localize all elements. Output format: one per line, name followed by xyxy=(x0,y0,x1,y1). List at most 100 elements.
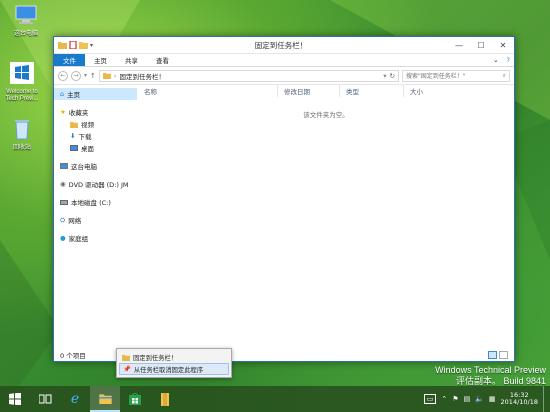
network-icon[interactable]: ▤ xyxy=(464,395,471,403)
show-desktop-button[interactable] xyxy=(543,386,546,412)
properties-icon[interactable] xyxy=(69,41,77,49)
nav-item-favorites[interactable]: ★ 收藏夹 xyxy=(54,106,137,118)
jump-list-item-unpin[interactable]: 📌 从任务栏取消固定此程序 xyxy=(119,363,229,375)
window-title: 固定到任务栏！ xyxy=(254,40,308,50)
desktop-icon-label: 这台电脑 xyxy=(13,30,38,37)
nav-item-label: 收藏夹 xyxy=(68,109,89,117)
title-bar[interactable]: ▾ 固定到任务栏！ — ☐ ✕ xyxy=(54,37,514,54)
recent-locations-icon[interactable]: ▾ xyxy=(84,72,87,79)
taskbar-store[interactable] xyxy=(120,386,150,412)
keyboard-icon[interactable]: ▦ xyxy=(489,395,496,403)
nav-item-local-disk[interactable]: 本地磁盘 (C:) xyxy=(54,196,137,208)
help-icon[interactable]: ? xyxy=(503,54,514,66)
empty-folder-message: 该文件夹为空。 xyxy=(303,111,349,119)
flag-icon[interactable]: ⚑ xyxy=(452,395,458,403)
view-switcher xyxy=(488,350,508,359)
folder-icon xyxy=(102,72,111,79)
column-header-name[interactable]: 名称 xyxy=(138,85,278,97)
task-view-button[interactable] xyxy=(30,386,60,412)
nav-item-home[interactable]: ⌂ 主页 xyxy=(54,88,137,100)
dvd-icon: ◉ xyxy=(60,180,66,188)
start-button[interactable] xyxy=(0,386,30,412)
close-button[interactable]: ✕ xyxy=(492,37,514,54)
system-tray: ▭ ⌃ ⚑ ▤ 🔈 ▦ 16:32 2014/10/18 xyxy=(423,386,550,412)
folder-icon xyxy=(122,354,130,361)
chevron-down-icon[interactable]: ▾ xyxy=(90,42,93,49)
desktop-icon-recycle-bin[interactable]: 回收站 xyxy=(0,118,44,152)
jump-list-label: 从任务栏取消固定此程序 xyxy=(133,366,204,374)
nav-item-homegroup[interactable]: ● 家庭组 xyxy=(54,232,137,244)
windows-logo-icon xyxy=(10,62,34,84)
taskbar-pinned-folder[interactable] xyxy=(150,386,180,412)
tab-share[interactable]: 共享 xyxy=(116,54,147,66)
home-icon: ⌂ xyxy=(60,90,65,98)
column-header-type[interactable]: 类型 xyxy=(340,85,404,97)
network-icon: ⛭ xyxy=(60,215,66,224)
new-folder-icon[interactable] xyxy=(79,41,88,49)
maximize-button[interactable]: ☐ xyxy=(470,37,492,54)
nav-item-desktop[interactable]: 桌面 xyxy=(54,142,137,154)
clock-date: 2014/10/18 xyxy=(500,398,538,406)
minimize-button[interactable]: — xyxy=(448,37,470,54)
nav-item-dvd-drive[interactable]: ◉ DVD 驱动器 (D:) JM xyxy=(54,178,137,190)
folder-icon xyxy=(161,392,169,406)
nav-item-network[interactable]: ⛭ 网络 xyxy=(54,214,137,226)
back-button[interactable]: ← xyxy=(58,70,68,81)
column-header-date[interactable]: 修改日期 xyxy=(278,85,340,97)
search-input[interactable]: 搜索"固定到任务栏！" ⌕ xyxy=(402,69,510,82)
quick-access-toolbar: ▾ xyxy=(54,41,114,49)
drive-icon xyxy=(60,199,68,205)
volume-icon[interactable]: 🔈 xyxy=(475,395,484,403)
search-placeholder: 搜索"固定到任务栏！" xyxy=(406,73,466,80)
up-button[interactable]: ↑ xyxy=(90,72,96,80)
nav-item-label: 桌面 xyxy=(81,145,94,153)
nav-item-label: DVD 驱动器 (D:) JM xyxy=(68,181,129,189)
unpin-icon: 📌 xyxy=(123,366,131,373)
path-chevron-icon: › xyxy=(113,71,117,80)
desktop-icon-this-pc[interactable]: 这台电脑 xyxy=(4,4,48,38)
nav-item-label: 网络 xyxy=(68,217,82,225)
windows-logo-icon xyxy=(9,393,21,405)
clock[interactable]: 16:32 2014/10/18 xyxy=(500,391,538,407)
navigation-pane: ⌂ 主页 ★ 收藏夹 视频 ⬇ 下载 桌面 这台电脑 ◉ DVD 驱动器 (D:… xyxy=(54,85,138,347)
watermark-line-2: 评估副本。 Build 9841 xyxy=(455,375,546,386)
file-explorer-icon xyxy=(98,393,112,404)
jump-list-item-folder[interactable]: 固定到任务栏！ xyxy=(119,351,229,363)
address-bar-row: ← → ▾ ↑ › 固定到任务栏！ ▾ ↻ 搜索"固定到任务栏！" ⌕ xyxy=(54,67,514,85)
tab-file[interactable]: 文件 xyxy=(54,54,85,66)
nav-item-label: 家庭组 xyxy=(68,235,89,243)
forward-button[interactable]: → xyxy=(71,70,81,81)
nav-item-label: 下载 xyxy=(78,133,92,141)
computer-icon xyxy=(15,5,37,24)
task-view-icon xyxy=(38,394,51,404)
desktop-icon-label: 回收站 xyxy=(12,144,31,151)
nav-item-label: 主页 xyxy=(67,91,81,99)
homegroup-icon: ● xyxy=(60,234,66,242)
ribbon-expand-icon[interactable]: ⌄ xyxy=(489,54,502,66)
address-dropdown-icon[interactable]: ▾ xyxy=(383,72,386,80)
taskbar-file-explorer[interactable] xyxy=(90,386,120,412)
nav-item-downloads[interactable]: ⬇ 下载 xyxy=(54,130,137,142)
taskbar: e ▭ ⌃ ⚑ ▤ 🔈 ▦ 16:32 2014/10/18 xyxy=(0,386,550,412)
column-headers: 名称 修改日期 类型 大小 xyxy=(138,85,514,97)
column-header-size[interactable]: 大小 xyxy=(404,85,454,97)
show-hidden-icons-icon[interactable]: ⌃ xyxy=(441,395,447,403)
details-view-icon[interactable] xyxy=(488,350,497,359)
search-icon: ⌕ xyxy=(502,71,506,79)
taskbar-ie[interactable]: e xyxy=(60,386,90,412)
watermark-line-1: Windows Technical Preview xyxy=(435,365,546,375)
build-watermark: Windows Technical Preview 评估副本。 Build 98… xyxy=(435,365,546,387)
tab-home[interactable]: 主页 xyxy=(85,54,116,66)
large-icons-view-icon[interactable] xyxy=(499,350,508,359)
nav-item-videos[interactable]: 视频 xyxy=(54,118,137,130)
input-indicator-icon[interactable]: ▭ xyxy=(423,394,437,404)
nav-item-this-pc[interactable]: 这台电脑 xyxy=(54,160,137,172)
address-text: 固定到任务栏！ xyxy=(119,72,166,81)
recycle-bin-icon xyxy=(15,120,29,140)
desktop-icon-welcome[interactable]: Welcome to Tech Previ... xyxy=(0,62,44,103)
star-icon: ★ xyxy=(60,108,66,116)
address-bar[interactable]: › 固定到任务栏！ ▾ ↻ xyxy=(98,69,399,82)
ribbon-spacer xyxy=(178,54,489,66)
tab-view[interactable]: 查看 xyxy=(147,54,178,66)
refresh-icon[interactable]: ↻ xyxy=(390,72,395,80)
